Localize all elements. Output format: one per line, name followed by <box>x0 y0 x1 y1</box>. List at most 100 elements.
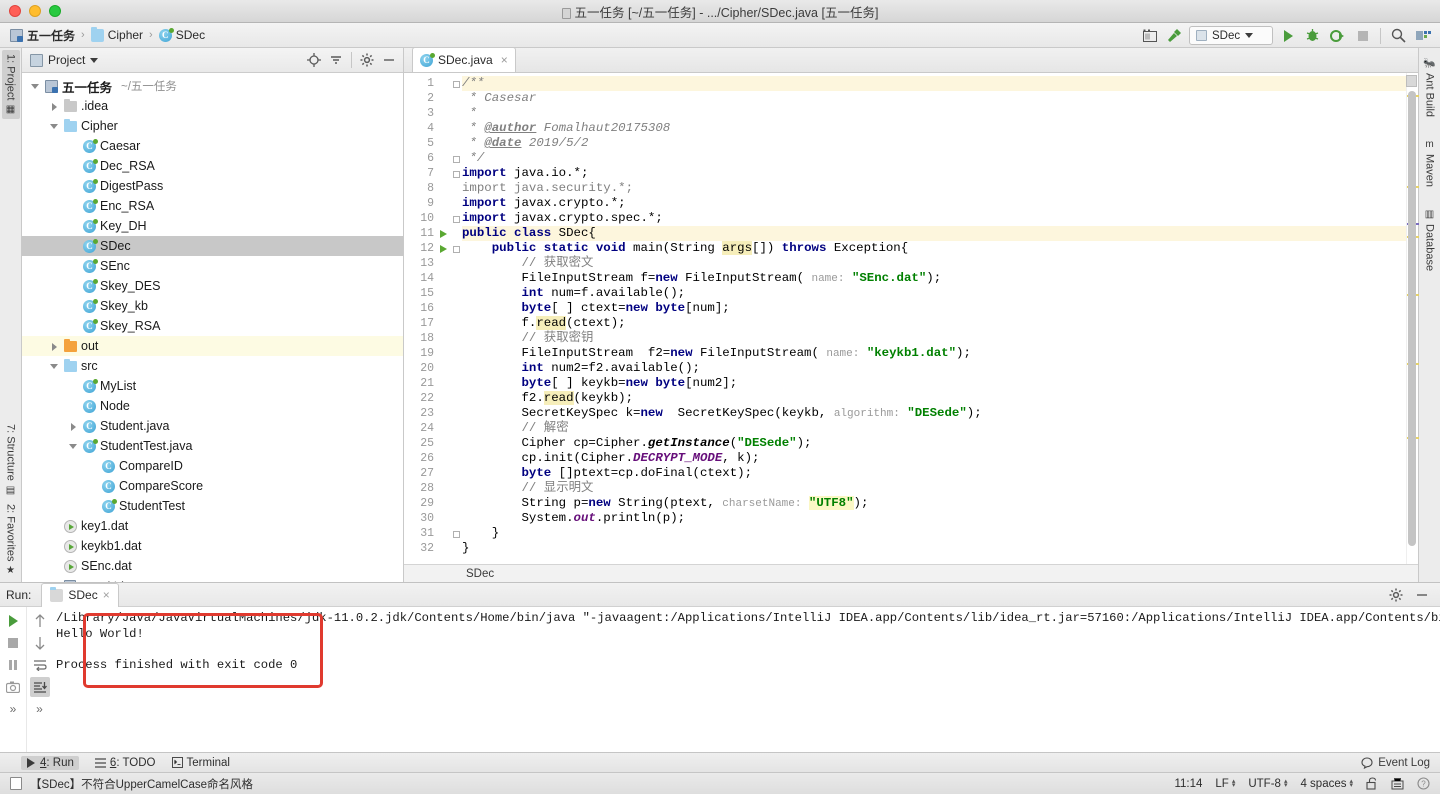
debug-button[interactable] <box>1302 25 1323 46</box>
code-line-10[interactable]: import javax.crypto.spec.*; <box>462 211 1406 226</box>
help-icon[interactable]: ? <box>1417 777 1430 790</box>
gutter-line-24[interactable]: 24 <box>404 421 462 436</box>
tree-expand-arrow[interactable] <box>68 161 79 172</box>
rail-tab-database[interactable]: ▥ Database <box>1421 205 1439 275</box>
code-line-27[interactable]: byte []ptext=cp.doFinal(ctext); <box>462 466 1406 481</box>
code-line-26[interactable]: cp.init(Cipher.DECRYPT_MODE, k); <box>462 451 1406 466</box>
down-icon[interactable] <box>30 633 50 653</box>
tree-node-mylist[interactable]: C MyList <box>22 376 403 396</box>
code-line-24[interactable]: // 解密 <box>462 421 1406 436</box>
tree-expand-arrow[interactable] <box>49 361 60 372</box>
gutter-line-29[interactable]: 29 <box>404 496 462 511</box>
tree-expand-arrow[interactable] <box>68 261 79 272</box>
breadcrumb-item-sdec[interactable]: C SDec <box>157 27 207 42</box>
maximize-window-button[interactable] <box>49 5 61 17</box>
file-encoding[interactable]: UTF-8 ▴ ▾ <box>1248 778 1287 790</box>
tree-expand-arrow[interactable] <box>68 181 79 192</box>
hide-panel-icon[interactable] <box>379 50 399 70</box>
gutter-line-22[interactable]: 22 <box>404 391 462 406</box>
code-line-13[interactable]: // 获取密文 <box>462 256 1406 271</box>
locate-icon[interactable] <box>304 50 324 70</box>
run-gutter-icon[interactable] <box>440 230 447 238</box>
gutter-line-21[interactable]: 21 <box>404 376 462 391</box>
gutter-line-23[interactable]: 23 <box>404 406 462 421</box>
fold-open-icon[interactable] <box>453 171 460 178</box>
tree-node-skey_rsa[interactable]: C Skey_RSA <box>22 316 403 336</box>
inspection-icon[interactable] <box>1391 777 1404 790</box>
gutter-line-17[interactable]: 17 <box>404 316 462 331</box>
tree-expand-arrow[interactable] <box>87 501 98 512</box>
code-area[interactable]: /** * Casesar * * @author Fomalhaut20175… <box>462 73 1406 564</box>
pause-icon[interactable] <box>3 655 23 675</box>
rail-tab-structure[interactable]: 7: Structure ▤ <box>2 420 20 500</box>
gutter-line-10[interactable]: 10 <box>404 211 462 226</box>
bottom-tab-todo[interactable]: 6: TODO <box>94 757 156 769</box>
gutter-line-7[interactable]: 7 <box>404 166 462 181</box>
breadcrumb-item-project[interactable]: 五一任务 <box>8 27 77 44</box>
tree-expand-arrow[interactable] <box>49 581 60 583</box>
rerun-icon[interactable] <box>3 611 23 631</box>
tree-expand-arrow[interactable] <box>49 101 60 112</box>
code-line-8[interactable]: import java.security.*; <box>462 181 1406 196</box>
tree-expand-arrow[interactable] <box>49 561 60 572</box>
tree-expand-arrow[interactable] <box>68 221 79 232</box>
indent-setting[interactable]: 4 spaces ▴ ▾ <box>1300 778 1353 790</box>
gutter-line-25[interactable]: 25 <box>404 436 462 451</box>
gutter-line-14[interactable]: 14 <box>404 271 462 286</box>
close-tab-icon[interactable]: × <box>501 53 508 67</box>
code-line-28[interactable]: // 显示明文 <box>462 481 1406 496</box>
tree-expand-arrow[interactable] <box>68 141 79 152</box>
up-icon[interactable] <box>30 611 50 631</box>
code-line-25[interactable]: Cipher cp=Cipher.getInstance("DESede"); <box>462 436 1406 451</box>
rail-tab-project[interactable]: 1: Project ▦ <box>1 50 20 120</box>
editor-breadcrumb[interactable]: SDec <box>404 564 1418 582</box>
stop-button[interactable] <box>1352 25 1373 46</box>
event-log-button[interactable]: Event Log <box>1361 757 1440 769</box>
tree-node-studenttest[interactable]: C StudentTest <box>22 496 403 516</box>
gutter-line-15[interactable]: 15 <box>404 286 462 301</box>
code-line-9[interactable]: import javax.crypto.*; <box>462 196 1406 211</box>
code-line-16[interactable]: byte[ ] ctext=new byte[num]; <box>462 301 1406 316</box>
tree-expand-arrow[interactable] <box>68 201 79 212</box>
close-run-tab-icon[interactable]: × <box>103 588 110 602</box>
search-icon[interactable] <box>1388 25 1409 46</box>
more-icon[interactable]: » <box>3 699 23 719</box>
window-controls[interactable] <box>0 5 61 17</box>
code-line-5[interactable]: * @date 2019/5/2 <box>462 136 1406 151</box>
tree-expand-arrow[interactable] <box>68 241 79 252</box>
tree-node-senc-dat[interactable]: SEnc.dat <box>22 556 403 576</box>
tree-expand-arrow[interactable] <box>68 301 79 312</box>
tree-expand-arrow[interactable] <box>49 541 60 552</box>
code-line-22[interactable]: f2.read(keykb); <box>462 391 1406 406</box>
gutter-line-18[interactable]: 18 <box>404 331 462 346</box>
tree-node-keykb1-dat[interactable]: keykb1.dat <box>22 536 403 556</box>
run-with-coverage-button[interactable] <box>1327 25 1348 46</box>
fold-close-icon[interactable] <box>453 156 460 163</box>
gutter-line-19[interactable]: 19 <box>404 346 462 361</box>
rail-tab-maven[interactable]: m Maven <box>1421 135 1439 191</box>
run-gutter-icon[interactable] <box>440 245 447 253</box>
tree-node-sdec[interactable]: C SDec <box>22 236 403 256</box>
bottom-tab-terminal[interactable]: Terminal <box>171 757 230 769</box>
code-line-4[interactable]: * @author Fomalhaut20175308 <box>462 121 1406 136</box>
tree-node-senc[interactable]: C SEnc <box>22 256 403 276</box>
lock-open-icon[interactable] <box>1366 777 1378 790</box>
code-line-1[interactable]: /** <box>462 76 1406 91</box>
rail-tab-ant-build[interactable]: 🐜 Ant Build <box>1420 54 1438 121</box>
code-line-30[interactable]: System.out.println(p); <box>462 511 1406 526</box>
code-line-18[interactable]: // 获取密钥 <box>462 331 1406 346</box>
gutter-line-12[interactable]: 12 <box>404 241 462 256</box>
tree-node-key1-dat[interactable]: key1.dat <box>22 516 403 536</box>
tree-node-dec_rsa[interactable]: C Dec_RSA <box>22 156 403 176</box>
gutter-line-4[interactable]: 4 <box>404 121 462 136</box>
gutter-line-11[interactable]: 11 <box>404 226 462 241</box>
code-line-2[interactable]: * Casesar <box>462 91 1406 106</box>
editor-gutter[interactable]: 1 2 3 4 5 6 7 8 9 10 11 12 13 14 15 16 17 18 19 20 21 22 23 24 2… <box>404 73 462 564</box>
hide-panel-icon[interactable] <box>1412 585 1432 605</box>
gutter-line-32[interactable]: 32 <box>404 541 462 556</box>
stop-icon[interactable] <box>3 633 23 653</box>
gutter-line-16[interactable]: 16 <box>404 301 462 316</box>
code-line-12[interactable]: public static void main(String args[]) t… <box>462 241 1406 256</box>
code-line-6[interactable]: */ <box>462 151 1406 166</box>
tree-expand-arrow[interactable] <box>87 461 98 472</box>
